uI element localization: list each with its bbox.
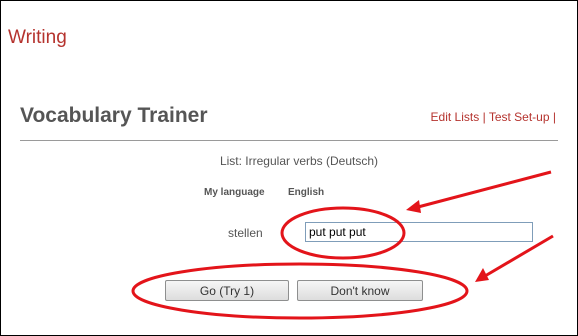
arrow-line-top xyxy=(417,170,552,209)
arrow-head-top xyxy=(406,200,421,213)
annotation-overlay xyxy=(131,170,554,320)
input-highlight-ellipse xyxy=(280,206,406,260)
arrow-line-bottom xyxy=(484,234,554,278)
buttons-highlight-ellipse xyxy=(131,262,469,320)
